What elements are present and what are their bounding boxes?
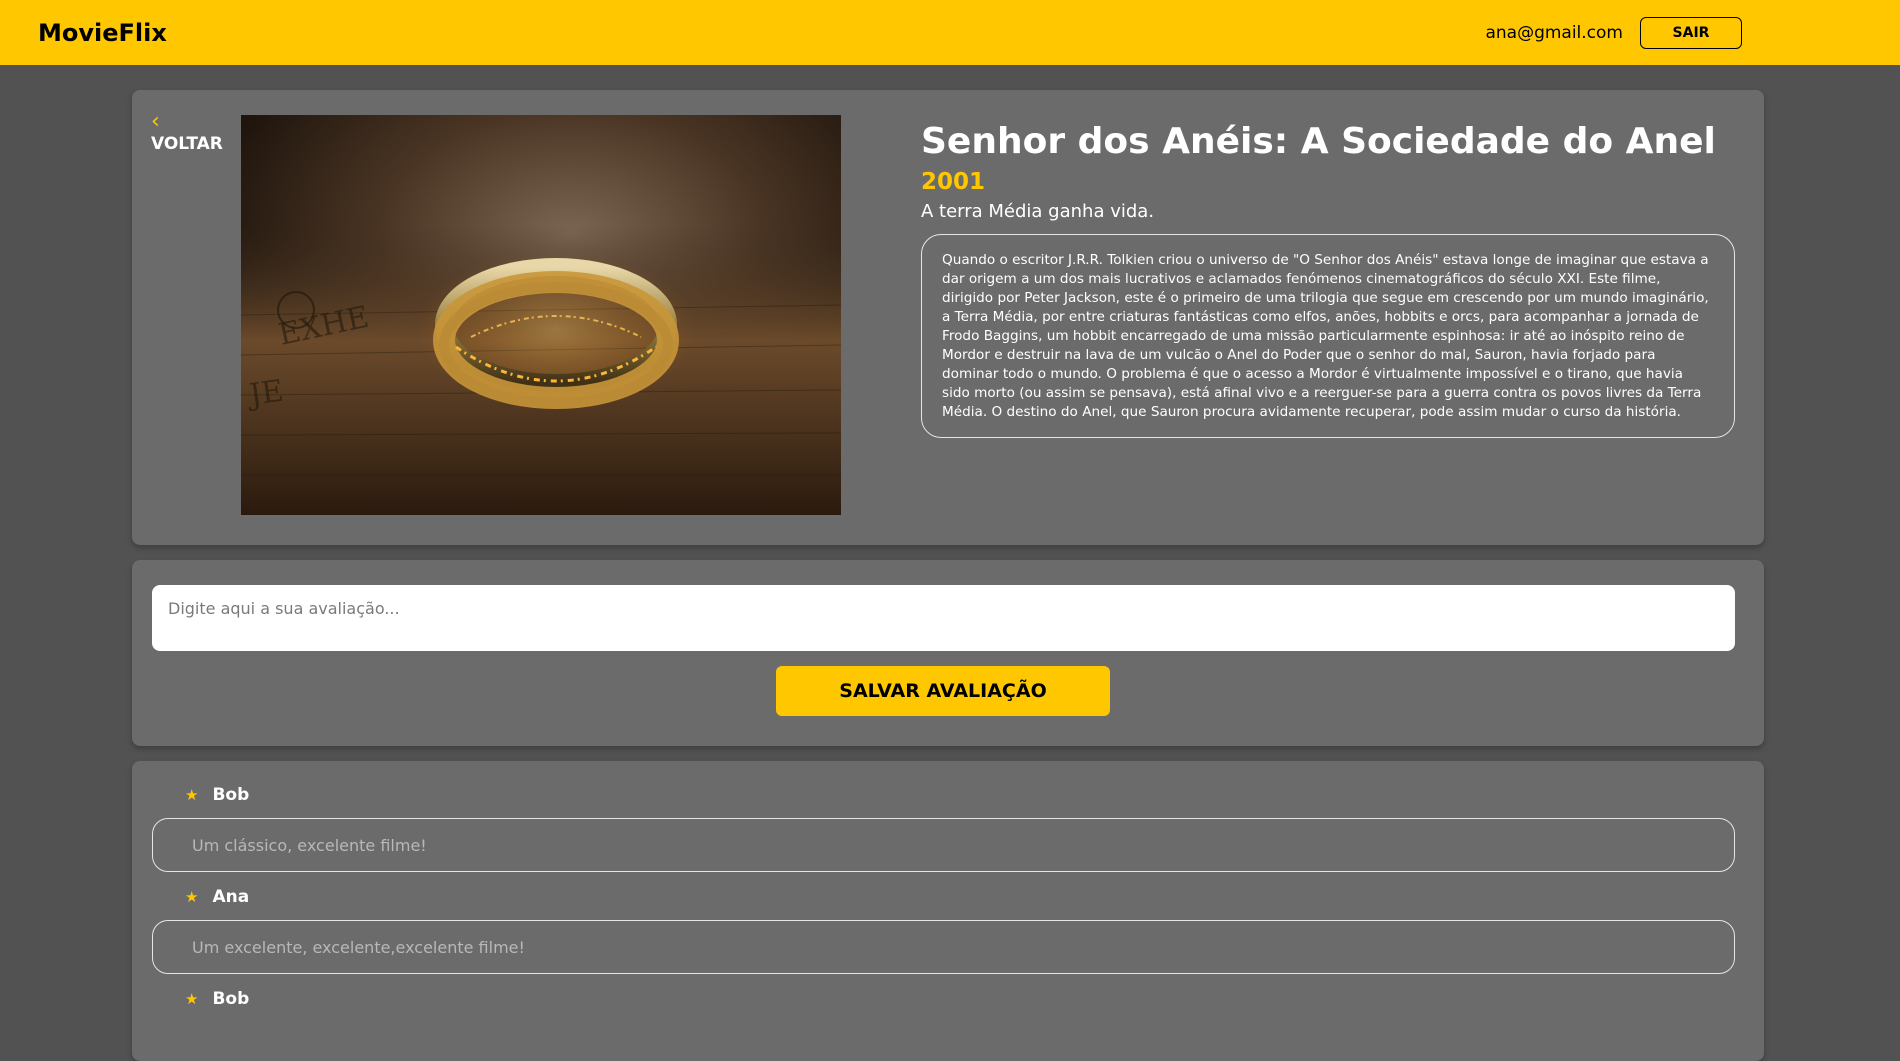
navbar: MovieFlix ana@gmail.com SAIR <box>0 0 1900 65</box>
back-link[interactable]: ‹ VOLTAR <box>151 109 223 155</box>
review-text: Um clássico, excelente filme! <box>152 818 1735 872</box>
back-label: VOLTAR <box>151 134 223 154</box>
review-item: ★ Bob Um clássico, excelente filme! <box>152 784 1735 872</box>
brand-logo[interactable]: MovieFlix <box>38 19 167 47</box>
reviewer-name: Bob <box>212 785 250 805</box>
review-item: ★ Bob <box>152 988 1735 1010</box>
review-input[interactable] <box>152 585 1735 651</box>
movie-synopsis: Quando o escritor J.R.R. Tolkien criou o… <box>921 234 1735 438</box>
movie-info: Senhor dos Anéis: A Sociedade do Anel 20… <box>921 120 1735 438</box>
star-icon: ★ <box>185 888 199 906</box>
star-icon: ★ <box>185 786 199 804</box>
review-header: ★ Bob <box>185 988 1735 1010</box>
reviewer-name: Ana <box>212 887 250 907</box>
review-header: ★ Bob <box>185 784 1735 806</box>
movie-subtitle: A terra Média ganha vida. <box>921 201 1155 222</box>
logout-button[interactable]: SAIR <box>1640 16 1742 49</box>
movie-details-card: ‹ VOLTAR EXHE JE Senhor dos Anéis: A Soc… <box>132 90 1764 545</box>
ring-on-map-image: EXHE JE <box>241 115 841 515</box>
review-text: Um excelente, excelente,excelente filme! <box>152 920 1735 974</box>
user-area: ana@gmail.com SAIR <box>1485 16 1742 49</box>
movie-poster: EXHE JE <box>241 115 841 515</box>
review-header: ★ Ana <box>185 886 1735 908</box>
reviews-list-card: ★ Bob Um clássico, excelente filme! ★ An… <box>132 761 1764 1061</box>
chevron-left-icon: ‹ <box>151 109 160 134</box>
star-icon: ★ <box>185 990 199 1008</box>
review-form-card: SALVAR AVALIAÇÃO <box>132 560 1764 746</box>
user-email: ana@gmail.com <box>1485 22 1623 43</box>
svg-text:JE: JE <box>244 374 285 414</box>
reviewer-name: Bob <box>212 989 250 1009</box>
review-item: ★ Ana Um excelente, excelente,excelente … <box>152 886 1735 974</box>
movie-year: 2001 <box>921 169 986 195</box>
save-review-button[interactable]: SALVAR AVALIAÇÃO <box>776 666 1110 716</box>
movie-title: Senhor dos Anéis: A Sociedade do Anel <box>921 121 1716 162</box>
